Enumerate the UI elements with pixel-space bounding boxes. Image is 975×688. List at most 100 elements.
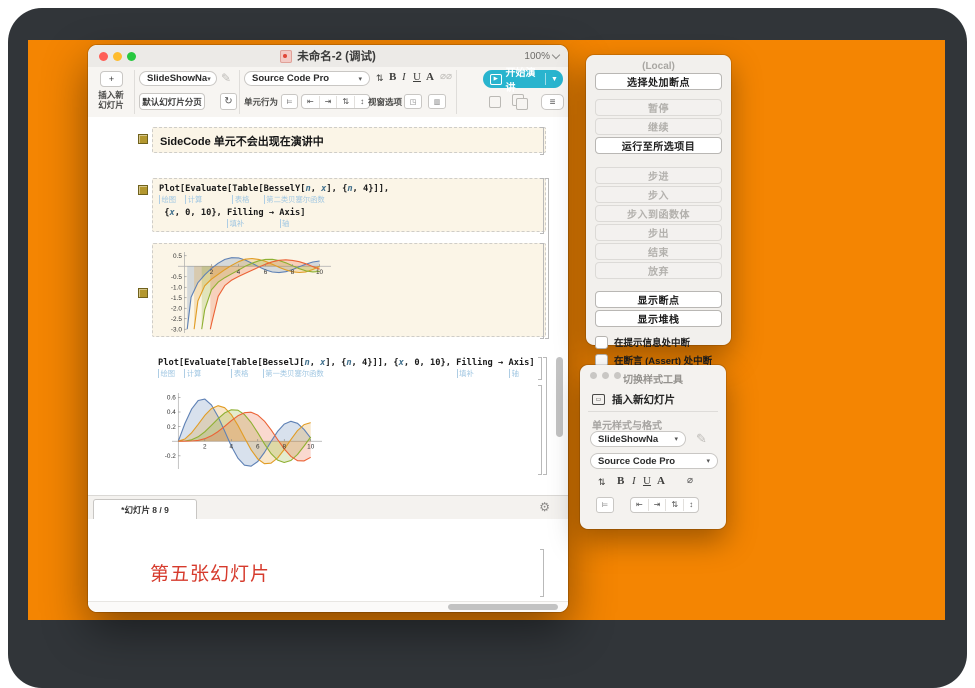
clear-formatting-icon[interactable]: ⌀: [687, 475, 693, 486]
clear-formatting-icon[interactable]: ⌀⌀: [440, 71, 452, 82]
arrow-bar-left-icon[interactable]: ⇤: [302, 96, 320, 108]
font-color-button[interactable]: A: [657, 475, 665, 487]
code-annotation-row: 绘图计算表格第二类贝塞尔函数: [153, 195, 545, 206]
screen-mockup: 未命名-2 (调试) 100% + 插入新幻灯片 SlideShowNa▾ ✎ …: [0, 0, 975, 634]
debugger-palette-title: (Local): [586, 55, 731, 72]
palette-divider: [588, 411, 718, 412]
code-editor[interactable]: Plot[Evaluate[Table[BesselJ[n, x], {n, 4…: [152, 358, 552, 380]
gear-icon[interactable]: ⚙: [539, 500, 550, 514]
cell-style-dropdown[interactable]: SlideShowNa▾: [590, 431, 686, 447]
underline-button[interactable]: U: [413, 71, 421, 83]
debugger-button: 暂停: [595, 99, 722, 116]
arrow-bar-right-icon[interactable]: ⇥: [649, 499, 667, 511]
cell-bracket[interactable]: [538, 357, 542, 380]
debugger-button: 步入: [595, 186, 722, 203]
arrow-up-down-bar-icon[interactable]: ⇅: [337, 96, 355, 108]
cell-group-bracket[interactable]: [543, 357, 547, 475]
cell-grouping-button[interactable]: ⊨: [281, 94, 298, 109]
zoom-button[interactable]: [614, 372, 621, 379]
code-token: ,: [311, 184, 321, 194]
underline-button[interactable]: U: [643, 475, 651, 487]
horizontal-scrollbar[interactable]: [448, 604, 558, 610]
debugger-button[interactable]: 选择处加断点: [595, 73, 722, 90]
bessely-output-cell[interactable]: 2468100.5-0.5-1.0-1.5-2.0-2.5-3.0: [152, 243, 546, 337]
cell-bracket[interactable]: [540, 549, 544, 597]
refresh-slide-breaks-button[interactable]: ↻: [220, 93, 237, 110]
slide-preview-area: 第五张幻灯片: [88, 519, 568, 601]
svg-text:4: 4: [237, 269, 241, 276]
font-dropdown[interactable]: Source Code Pro▾: [590, 453, 718, 469]
toolbar-divider: [456, 70, 457, 114]
minimize-button[interactable]: [602, 372, 609, 379]
font-size-stepper-icon[interactable]: ⇅: [598, 477, 606, 488]
close-button[interactable]: [590, 372, 597, 379]
cell-style-dropdown[interactable]: SlideShowNa▾: [139, 71, 217, 86]
cell-bracket[interactable]: [540, 178, 544, 234]
cell-behavior-label: 单元行为: [244, 96, 278, 108]
cell-bracket[interactable]: [538, 385, 542, 475]
code-token: ], {: [326, 184, 347, 194]
debugger-button: 放弃: [595, 262, 722, 279]
bold-button[interactable]: B: [389, 71, 396, 83]
viewport-options-label: 视窗选项: [368, 96, 402, 108]
code-editor[interactable]: Plot[Evaluate[Table[BesselY[n, x], {n, 4…: [153, 184, 545, 230]
sidecode-cell-marker[interactable]: [138, 288, 148, 298]
debugger-palette: (Local) 选择处加断点暂停继续运行至所选项目步进步入步入到函数体步出结束放…: [586, 55, 731, 345]
italic-button[interactable]: I: [632, 475, 636, 487]
vertical-scrollbar[interactable]: [556, 357, 563, 437]
besselj-code-cell[interactable]: Plot[Evaluate[Table[BesselJ[n, x], {n, 4…: [152, 356, 552, 380]
sidecode-cell-marker[interactable]: [138, 134, 148, 144]
cell-bracket[interactable]: [540, 127, 544, 155]
bessely-code-cell[interactable]: Plot[Evaluate[Table[BesselY[n, x], {n, 4…: [152, 178, 546, 232]
arrow-bar-right-icon[interactable]: ⇥: [320, 96, 338, 108]
debugger-button-group: 选择处加断点: [595, 73, 722, 90]
start-presentation-button[interactable]: ▶ 开始演讲 ▼: [483, 70, 563, 88]
debugger-button[interactable]: 运行至所选项目: [595, 137, 722, 154]
code-annotation: 表格: [231, 369, 248, 378]
insert-slide-button[interactable]: +: [100, 71, 123, 87]
font-size-stepper-icon[interactable]: ⇅: [376, 73, 384, 84]
italic-button[interactable]: I: [402, 71, 406, 83]
svg-text:-2.5: -2.5: [171, 316, 182, 323]
brush-icon[interactable]: ✎: [696, 431, 707, 447]
code-annotation: 第一类贝塞尔函数: [263, 369, 324, 378]
cell-group-bracket[interactable]: [545, 178, 549, 339]
slide-tab[interactable]: *幻灯片 8 / 9: [93, 499, 197, 520]
checkbox[interactable]: [595, 336, 608, 349]
sidecode-cell-marker[interactable]: [138, 185, 148, 195]
arrow-up-down-bar-icon[interactable]: ⇅: [666, 499, 684, 511]
brush-icon[interactable]: ✎: [221, 71, 231, 85]
code-annotation: 计算: [185, 195, 202, 204]
window-panel-icon[interactable]: ▥: [428, 94, 446, 109]
default-slide-break-button[interactable]: 默认幻灯片分页: [139, 93, 205, 110]
arrow-expand-vertical-icon[interactable]: ↕: [355, 96, 369, 108]
svg-text:10: 10: [316, 269, 324, 276]
dropdown-arrow-icon: ▾: [674, 435, 678, 443]
cell-grouping-button[interactable]: ⊨: [596, 497, 614, 513]
insert-slide-row[interactable]: ▭ 插入新幻灯片: [592, 392, 675, 407]
code-annotation: 轴: [280, 219, 290, 228]
font-color-button[interactable]: A: [426, 71, 434, 83]
code-token: ], {: [325, 358, 346, 368]
expand-window-icon[interactable]: ◳: [404, 94, 422, 109]
dropdown-arrow-icon[interactable]: ▼: [546, 76, 563, 83]
insert-slide-label: 插入新幻灯片: [91, 90, 131, 110]
svg-text:6: 6: [256, 444, 260, 451]
sidecode-text-cell[interactable]: SideCode 单元不会出现在演讲中: [152, 127, 546, 153]
svg-text:6: 6: [264, 269, 268, 276]
code-annotation: 绘图: [158, 369, 175, 378]
hamburger-menu-button[interactable]: ≡: [541, 94, 564, 110]
arrow-bar-left-icon[interactable]: ⇤: [631, 499, 649, 511]
toolbar-divider: [239, 70, 240, 114]
debugger-button[interactable]: 显示断点: [595, 291, 722, 308]
code-line: {x, 0, 10}, Filling → Axis]: [153, 208, 545, 219]
palette-window-controls: [590, 372, 621, 379]
debugger-button[interactable]: 显示堆栈: [595, 310, 722, 327]
code-token: Plot[Evaluate[Table[BesselY[: [159, 184, 305, 194]
cell-bracket[interactable]: [540, 243, 544, 339]
bold-button[interactable]: B: [617, 475, 624, 487]
cell-open-close-group: ⇤ ⇥ ⇅ ↕: [630, 497, 699, 513]
arrow-expand-vertical-icon[interactable]: ↕: [684, 499, 698, 511]
debugger-button-group: 暂停继续运行至所选项目: [595, 99, 722, 154]
font-dropdown[interactable]: Source Code Pro▾: [244, 71, 370, 86]
